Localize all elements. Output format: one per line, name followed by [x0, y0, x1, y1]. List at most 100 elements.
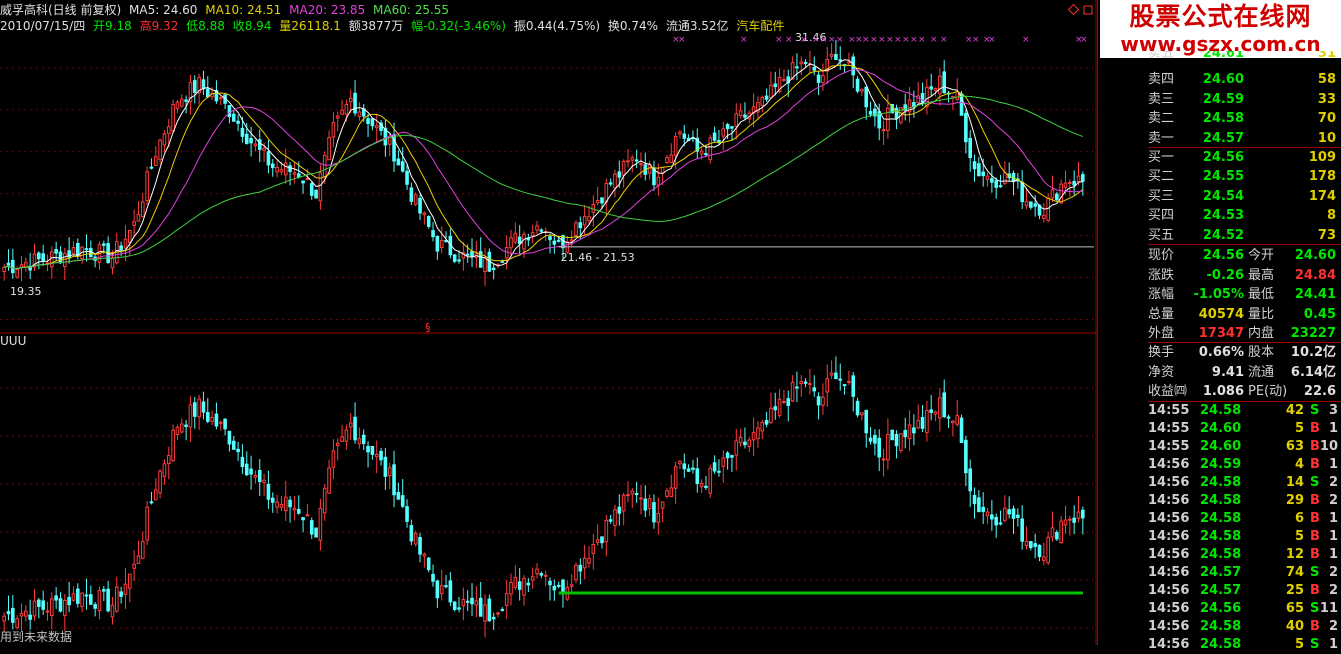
lower-candle-body: [834, 372, 838, 380]
signal-mark: ×: [812, 35, 820, 45]
upper-candle-body: [574, 222, 578, 236]
upper-candle-body: [773, 83, 778, 88]
lower-candle-body: [374, 454, 379, 458]
quote-value: 9.41: [1211, 364, 1244, 380]
lower-candle-body: [626, 494, 630, 497]
tick-volume: 12: [1285, 547, 1304, 562]
tick-side: B: [1310, 493, 1320, 508]
kline-chart[interactable]: 30.0028.0026.0024.0022.0020.0018.0030.00…: [0, 0, 1097, 645]
order-price: 24.61: [1202, 51, 1244, 61]
lower-candle-body: [257, 470, 262, 483]
upper-candle-body: [374, 125, 379, 129]
quote-value: 6.14亿: [1290, 364, 1336, 380]
signal-mark: ×: [930, 35, 938, 45]
lower-candle-body: [1042, 556, 1046, 561]
upper-candle-body: [205, 88, 210, 98]
upper-candle-body: [782, 78, 786, 81]
upper-candle-body: [634, 159, 639, 162]
lower-candle-body: [283, 496, 288, 512]
tick-row: 14:56 24.57 74 S 2: [1148, 564, 1340, 582]
order-price: 24.57: [1202, 130, 1244, 146]
upper-candle-body: [84, 248, 89, 251]
lower-candle-body: [1050, 527, 1055, 538]
upper-candle-body: [262, 147, 266, 151]
order-book-row: 卖五 24.61 31: [1148, 51, 1340, 63]
upper-candle-body: [743, 114, 747, 118]
order-book-row: 卖一 24.57 10: [1148, 129, 1340, 148]
lower-candle-body: [660, 501, 665, 509]
lower-candle-body: [418, 536, 422, 555]
lower-candle-body: [431, 573, 435, 582]
lower-candle-body: [955, 415, 960, 425]
upper-candle-body: [253, 143, 258, 147]
lower-candle-body: [357, 438, 362, 445]
lower-candle-body: [478, 597, 483, 617]
upper-candle-body: [119, 245, 123, 251]
lower-candle-body: [214, 413, 219, 427]
lower-candle-body: [691, 467, 695, 470]
lower-candle-body: [80, 592, 84, 607]
upper-candle-body: [725, 124, 730, 130]
lower-candle-body: [994, 516, 998, 526]
lower-candle-body: [938, 397, 942, 419]
lower-candle-body: [764, 420, 769, 425]
order-volume: 174: [1308, 188, 1336, 204]
ma5-value: MA5: 24.60: [129, 3, 198, 17]
lower-candle-body: [786, 398, 791, 406]
lower-candle-body: [526, 582, 531, 586]
order-volume: 70: [1317, 111, 1336, 127]
upper-candle-body: [972, 161, 977, 170]
quote-label: PE(动): [1248, 384, 1288, 399]
lower-candle-body: [192, 402, 197, 417]
lower-candle-body: [296, 508, 301, 514]
signal-mark: ×: [862, 35, 870, 45]
lower-candle-body: [725, 452, 730, 459]
upper-candle-body: [500, 260, 505, 263]
tick-side: B: [1310, 529, 1320, 544]
lower-candle-body: [279, 504, 284, 508]
tick-time: 14:56: [1148, 583, 1190, 598]
book-divider: [1148, 244, 1341, 245]
lower-candle-body: [643, 498, 648, 511]
lower-candle-body: [912, 427, 916, 434]
upper-candle-body: [240, 127, 245, 137]
upper-candle-body: [1076, 175, 1081, 183]
upper-candle-body: [1024, 201, 1029, 206]
tick-count: 1: [1328, 637, 1338, 652]
upper-candle-body: [275, 166, 279, 173]
lower-candle-body: [387, 467, 392, 477]
lower-candle-body: [699, 482, 704, 488]
upper-candle-body: [192, 80, 197, 93]
tick-count: 2: [1328, 493, 1338, 508]
upper-candle-body: [76, 242, 80, 257]
tick-volume: 63: [1285, 439, 1304, 454]
lower-candle-body: [877, 437, 882, 458]
tick-row: 14:55 24.58 42 S 3: [1148, 402, 1340, 420]
tick-price: 24.58: [1200, 529, 1242, 544]
quote-label: 流通: [1248, 364, 1275, 380]
lower-candle-body: [123, 583, 128, 595]
lower-candle-body: [578, 564, 583, 572]
upper-candle-body: [595, 199, 600, 204]
order-level-label: 买二: [1148, 169, 1175, 185]
upper-candle-body: [470, 251, 474, 257]
upper-candle-body: [318, 172, 323, 202]
upper-candle-body: [829, 54, 834, 57]
lower-candle-body: [1081, 509, 1085, 519]
lower-candle-body: [985, 511, 990, 517]
upper-candle-body: [1072, 180, 1076, 186]
upper-candle-body: [977, 163, 981, 177]
lower-candle-body: [132, 563, 136, 569]
logo-title: 股票公式在线网: [1129, 2, 1312, 31]
lower-candle-body: [2, 615, 6, 622]
quote-value: 17347: [1198, 326, 1244, 341]
tick-time: 14:56: [1148, 511, 1190, 526]
upper-candle-body: [721, 128, 726, 137]
lower-candle-body: [110, 604, 115, 618]
lower-candle-body: [1072, 517, 1076, 523]
lower-candle-body: [444, 585, 448, 588]
upper-candle-body: [834, 54, 838, 60]
upper-candle-body: [127, 229, 132, 244]
upper-candle-body: [357, 111, 362, 117]
upper-candle-body: [816, 74, 821, 83]
